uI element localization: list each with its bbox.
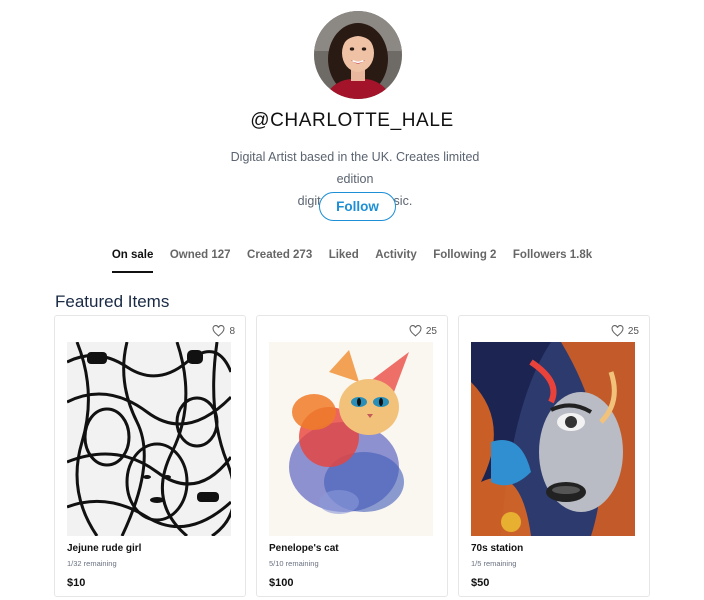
item-image[interactable] [67,342,231,536]
like-button[interactable]: 25 [409,325,437,337]
item-price: $50 [471,577,490,589]
like-button[interactable]: 8 [212,325,235,337]
profile-tabs: On sale Owned 127 Created 273 Liked Acti… [0,245,704,273]
item-price: $10 [67,577,86,589]
tab-on-sale[interactable]: On sale [111,249,154,273]
item-remaining: 1/32 remaining [67,559,117,568]
tab-followers[interactable]: Followers 1.8k [513,249,592,273]
avatar [314,11,402,99]
item-name[interactable]: 70s station [471,543,523,554]
item-name[interactable]: Jejune rude girl [67,543,141,554]
like-count: 25 [627,325,639,337]
like-button[interactable]: 25 [611,325,639,337]
heart-icon [611,325,624,337]
bio-line: Digital Artist based in the UK. Creates … [230,150,480,186]
heart-icon [409,325,422,337]
tab-owned[interactable]: Owned 127 [170,249,231,273]
item-name[interactable]: Penelope's cat [269,543,339,554]
avatar-image [314,11,402,99]
follow-button[interactable]: Follow [319,192,396,221]
item-remaining: 1/5 remaining [471,559,517,568]
heart-icon [212,325,225,337]
tab-activity[interactable]: Activity [375,249,417,273]
item-card[interactable]: 8 Jejune rude girl 1/32 remaining $10 [54,315,246,597]
like-count: 8 [229,325,235,337]
item-remaining: 5/10 remaining [269,559,319,568]
profile-handle: @CHARLOTTE_HALE [250,110,454,131]
item-image[interactable] [471,342,635,536]
tab-liked[interactable]: Liked [329,249,359,273]
tab-following[interactable]: Following 2 [433,249,496,273]
tab-created[interactable]: Created 273 [247,249,312,273]
item-price: $100 [269,577,294,589]
like-count: 25 [425,325,437,337]
item-card[interactable]: 25 70s station 1/5 remaining $50 [458,315,650,597]
item-card[interactable]: 25 Penelope's cat 5/10 remaining $100 [256,315,448,597]
section-title: Featured Items [55,292,170,311]
item-image[interactable] [269,342,433,536]
